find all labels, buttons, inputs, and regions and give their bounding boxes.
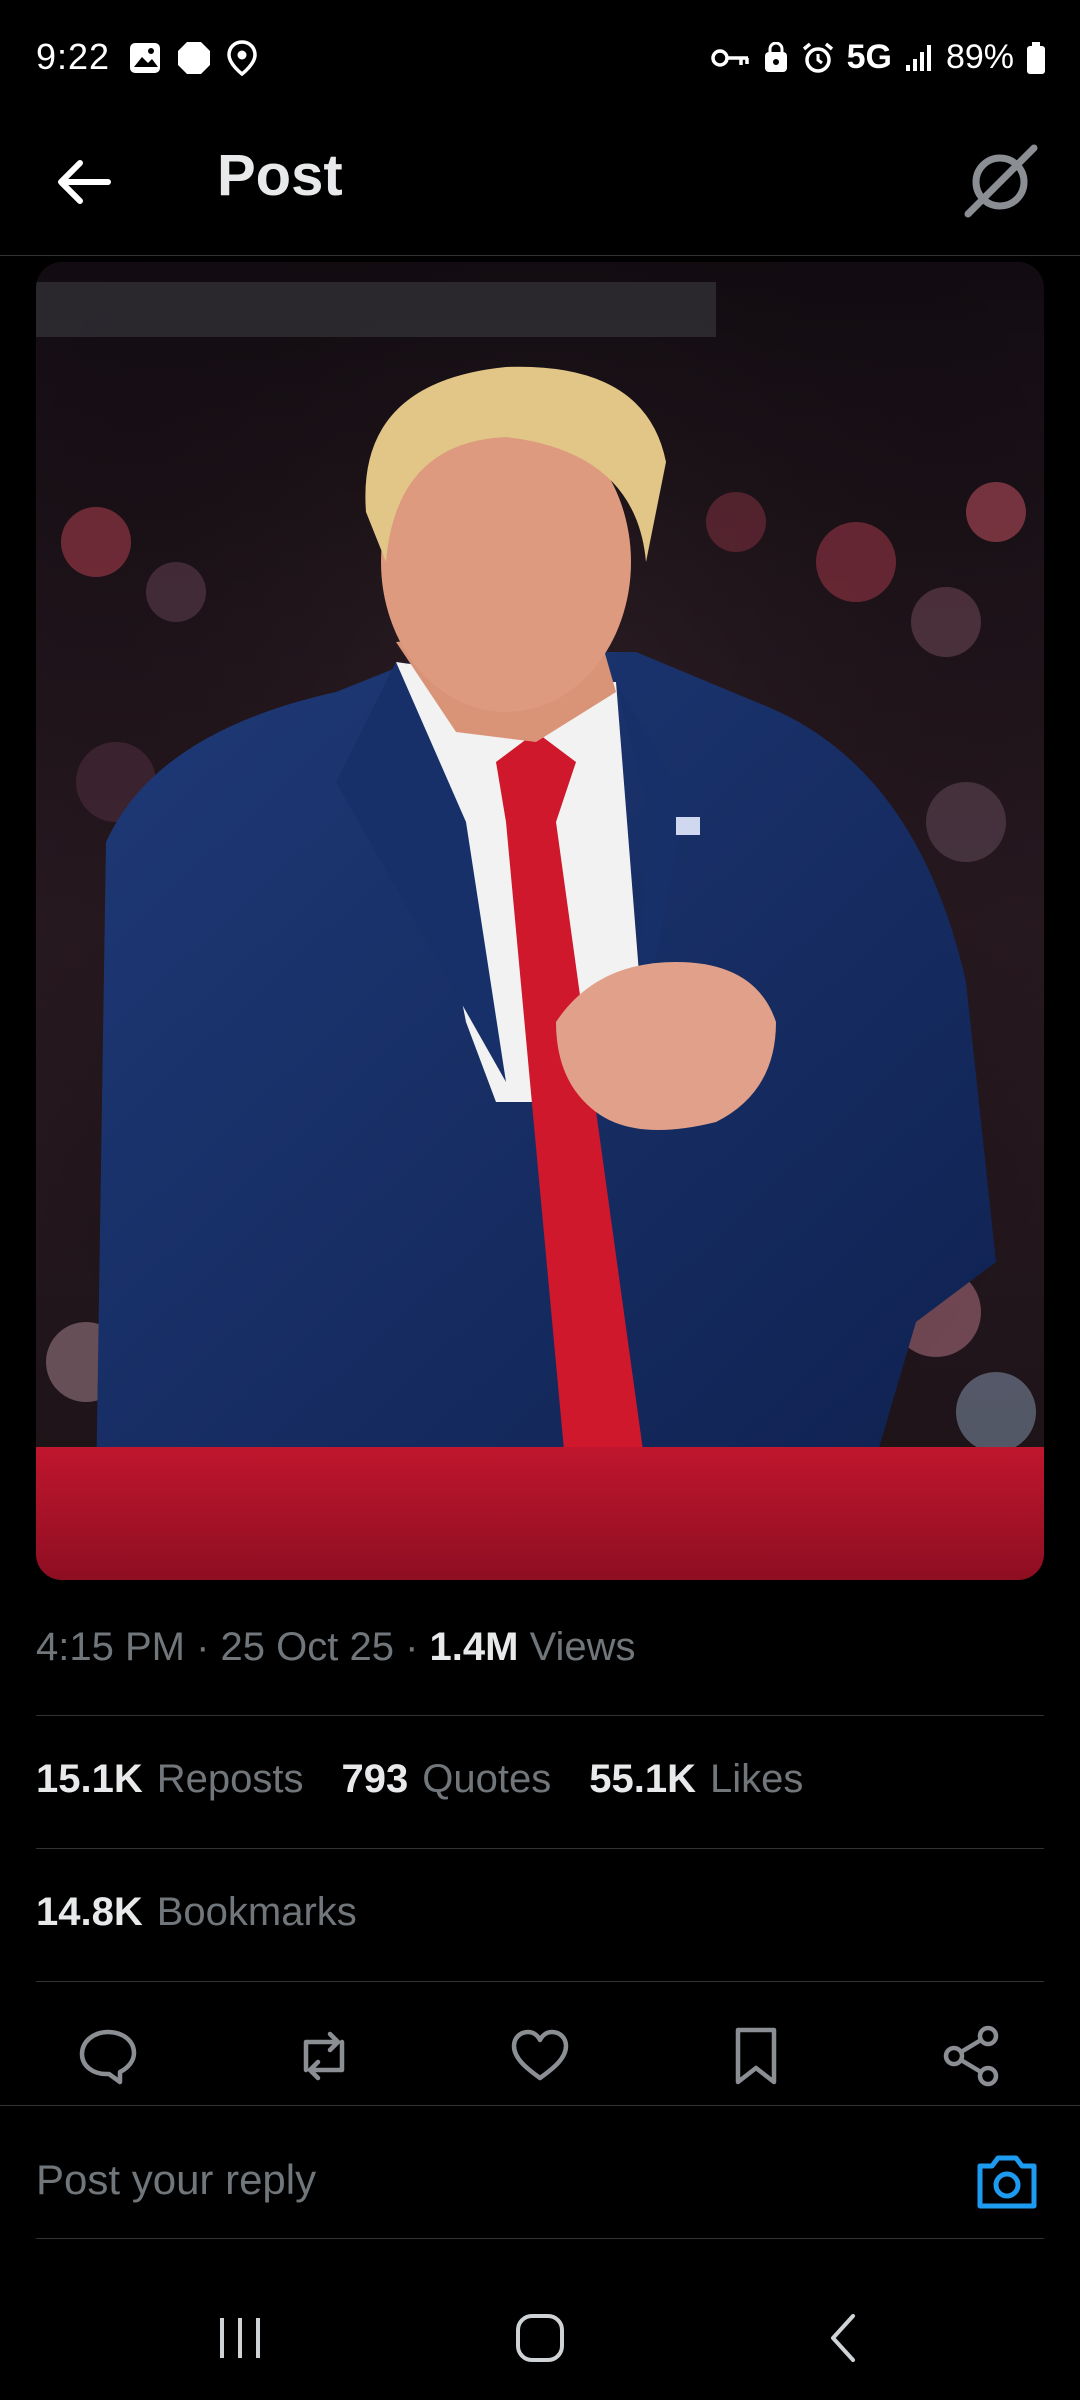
quotes-count: 793 bbox=[341, 1757, 409, 1801]
divider bbox=[36, 2238, 1044, 2239]
divider bbox=[36, 1848, 1044, 1849]
like-icon[interactable] bbox=[508, 2024, 572, 2088]
vpn-key-icon bbox=[710, 48, 749, 67]
divider bbox=[0, 2105, 1080, 2106]
post-photo bbox=[36, 262, 1044, 1580]
bookmarks-stats: 14.8K Bookmarks bbox=[36, 1890, 357, 1935]
engagement-stats: 15.1K Reposts 793 Quotes 55.1K Likes bbox=[36, 1757, 803, 1802]
likes-stat[interactable]: 55.1K Likes bbox=[589, 1757, 803, 1802]
battery-percent: 89% bbox=[945, 38, 1014, 76]
post-date: 25 Oct 25 bbox=[220, 1625, 394, 1669]
page-title: Post bbox=[217, 143, 343, 208]
reposts-count: 15.1K bbox=[36, 1757, 143, 1801]
reposts-label: Reposts bbox=[156, 1757, 304, 1801]
bookmarks-count: 14.8K bbox=[36, 1890, 143, 1934]
gallery-icon bbox=[130, 43, 160, 73]
top-app-bar: Post bbox=[0, 110, 1080, 256]
post-timestamp-line: 4:15 PM · 25 Oct 25 · 1.4M Views bbox=[36, 1625, 636, 1669]
share-icon[interactable] bbox=[940, 2024, 1004, 2088]
reply-icon[interactable] bbox=[76, 2024, 140, 2088]
location-icon bbox=[227, 40, 257, 76]
bookmark-icon[interactable] bbox=[724, 2024, 788, 2088]
post-time: 4:15 PM bbox=[36, 1625, 185, 1669]
reply-input[interactable]: Post your reply bbox=[36, 2156, 316, 2204]
status-bar: 9:22 5G 89% bbox=[0, 0, 1080, 110]
back-arrow-icon[interactable] bbox=[52, 150, 116, 214]
battery-icon bbox=[1027, 41, 1045, 74]
recent-apps-icon[interactable] bbox=[210, 2308, 270, 2368]
system-navigation-bar bbox=[0, 2280, 1080, 2400]
grok-icon[interactable] bbox=[960, 140, 1040, 220]
repost-icon[interactable] bbox=[292, 2024, 356, 2088]
action-bar bbox=[36, 2010, 1044, 2100]
alarm-icon bbox=[802, 42, 833, 73]
reposts-stat[interactable]: 15.1K Reposts bbox=[36, 1757, 304, 1802]
likes-label: Likes bbox=[709, 1757, 804, 1801]
quotes-label: Quotes bbox=[422, 1757, 552, 1801]
notification-dot-icon bbox=[178, 42, 210, 74]
divider bbox=[36, 1715, 1044, 1716]
post-image[interactable] bbox=[36, 262, 1044, 1580]
home-icon[interactable] bbox=[510, 2308, 570, 2368]
divider bbox=[36, 1981, 1044, 1982]
views-count: 1.4M bbox=[429, 1625, 519, 1669]
lock-app-icon bbox=[764, 41, 787, 72]
views-label: Views bbox=[529, 1625, 636, 1669]
quotes-stat[interactable]: 793 Quotes bbox=[342, 1757, 552, 1802]
camera-icon[interactable] bbox=[974, 2148, 1040, 2214]
bookmarks-label: Bookmarks bbox=[156, 1890, 357, 1934]
status-time: 9:22 bbox=[36, 36, 111, 77]
bookmarks-stat[interactable]: 14.8K Bookmarks bbox=[36, 1890, 357, 1935]
signal-icon bbox=[905, 44, 931, 71]
likes-count: 55.1K bbox=[589, 1757, 696, 1801]
network-type: 5G bbox=[846, 38, 892, 76]
nav-back-icon[interactable] bbox=[815, 2308, 875, 2368]
